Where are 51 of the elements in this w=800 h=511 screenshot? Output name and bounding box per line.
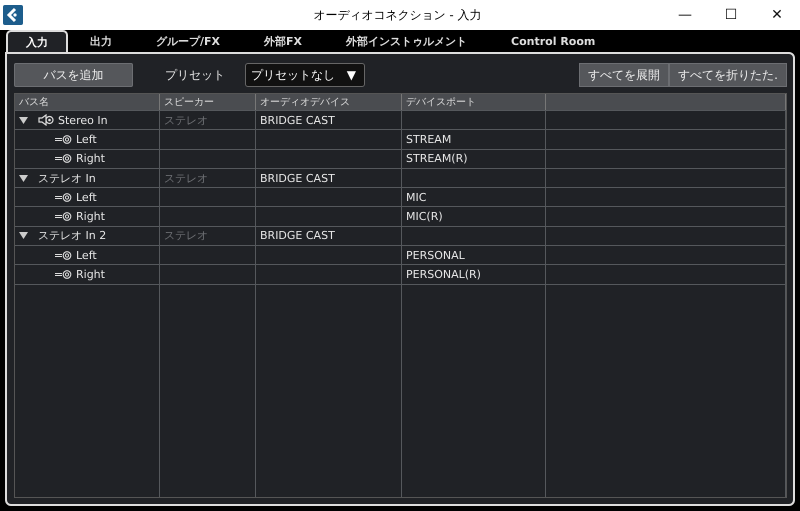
expand-all-button[interactable]: すべてを展開 xyxy=(579,63,670,87)
add-bus-button[interactable]: バスを追加 xyxy=(14,63,133,87)
bus-name: ステレオ In xyxy=(38,170,96,186)
window-title: オーディオコネクション - 入力 xyxy=(312,6,482,24)
table-cell: PERSONAL(R) xyxy=(402,265,546,284)
channel-name: Left xyxy=(76,248,97,262)
column-header[interactable]: オーディオデバイス xyxy=(256,94,402,110)
collapse-icon[interactable] xyxy=(19,231,28,240)
column-header[interactable]: スピーカー xyxy=(160,94,256,110)
collapse-all-button[interactable]: すべてを折りたた. xyxy=(669,63,787,87)
table-cell: ステレオ xyxy=(160,226,256,246)
app-logo-icon xyxy=(3,5,23,25)
collapse-icon[interactable] xyxy=(19,174,28,183)
tab[interactable]: 外部インストゥルメント xyxy=(324,30,490,52)
channel-name: Left xyxy=(76,190,97,204)
tab[interactable]: 出力 xyxy=(68,30,134,52)
tab[interactable]: Control Room xyxy=(489,30,618,52)
tab[interactable]: 外部FX xyxy=(242,30,324,52)
connector-icon xyxy=(55,154,72,164)
maximize-button[interactable]: ☐ xyxy=(708,0,754,30)
channel-name: Left xyxy=(76,132,97,146)
table-cell: BRIDGE CAST xyxy=(256,168,402,188)
table-cell: PERSONAL xyxy=(402,246,546,264)
column-header[interactable]: バス名 xyxy=(15,94,160,110)
channel-name: Right xyxy=(76,268,105,282)
table-cell: BRIDGE CAST xyxy=(256,111,402,130)
tab[interactable]: グループ/FX xyxy=(134,30,242,52)
preset-label: プリセット xyxy=(165,66,225,84)
table-cell: MIC(R) xyxy=(402,207,546,226)
speaker-icon xyxy=(38,114,54,126)
connector-icon xyxy=(55,134,72,144)
channel-name: Right xyxy=(76,210,105,224)
connector-icon xyxy=(55,250,72,260)
connector-icon xyxy=(55,192,72,202)
table-cell: STREAM(R) xyxy=(402,150,546,168)
bus-name: Stereo In xyxy=(58,114,108,127)
channel-name: Right xyxy=(76,152,105,166)
table-cell: ステレオ xyxy=(160,168,256,188)
collapse-icon[interactable] xyxy=(19,116,28,125)
connector-icon xyxy=(55,212,72,222)
minimize-button[interactable]: — xyxy=(662,0,708,30)
bus-name: ステレオ In 2 xyxy=(38,228,106,244)
table-cell: ステレオ xyxy=(160,111,256,130)
close-button[interactable]: ✕ xyxy=(754,0,800,30)
table-cell: MIC xyxy=(402,188,546,206)
preset-dropdown[interactable]: プリセットなし ▼ xyxy=(245,63,365,87)
table-cell: STREAM xyxy=(402,130,546,149)
column-header[interactable]: デバイスポート xyxy=(402,94,546,110)
table-cell: BRIDGE CAST xyxy=(256,226,402,246)
tab[interactable]: 入力 xyxy=(6,30,68,52)
connector-icon xyxy=(55,270,72,280)
